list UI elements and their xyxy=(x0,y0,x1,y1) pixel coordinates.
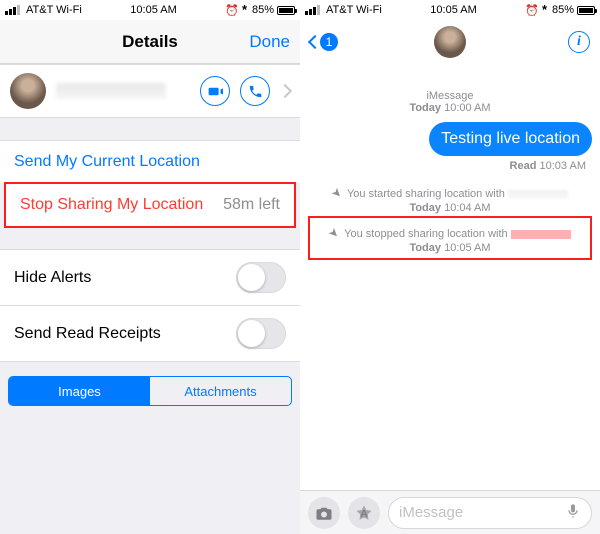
battery-icon xyxy=(577,6,595,15)
app-label: iMessage xyxy=(308,90,592,102)
sys-stopped-time-row: Today 10:05 AM xyxy=(310,242,590,254)
message-list: iMessage Today 10:00 AM Testing live loc… xyxy=(300,64,600,272)
name-redacted xyxy=(511,230,571,239)
system-stopped-sharing: ➤ You stopped sharing location with xyxy=(314,226,586,240)
message-input[interactable]: iMessage xyxy=(388,497,592,529)
clock-label: 10:05 AM xyxy=(430,4,476,16)
send-current-location-button[interactable]: Send My Current Location xyxy=(0,140,300,183)
alarm-icon: ⏰ xyxy=(225,4,239,17)
hide-alerts-toggle[interactable] xyxy=(236,262,286,293)
messages-pane: AT&T Wi-Fi 10:05 AM ⏰ 85% 1 i iMessage T… xyxy=(300,0,600,534)
contact-name-redacted xyxy=(56,83,166,99)
clock-label: 10:05 AM xyxy=(130,4,176,16)
nav-bar: 1 i xyxy=(300,20,600,64)
read-receipt: Read 10:03 AM xyxy=(308,160,586,172)
hide-alerts-row: Hide Alerts xyxy=(0,249,300,305)
bluetooth-icon xyxy=(542,5,549,16)
alarm-icon: ⏰ xyxy=(525,4,539,17)
signal-bars-icon xyxy=(5,5,20,15)
carrier-label: AT&T Wi-Fi xyxy=(26,4,82,16)
read-receipts-toggle[interactable] xyxy=(236,318,286,349)
segmented-control: Images Attachments xyxy=(8,376,292,406)
location-arrow-icon: ➤ xyxy=(329,184,346,201)
sys-day: Today xyxy=(409,202,441,214)
time-left-label: 58m left xyxy=(223,196,280,214)
read-label: Read xyxy=(510,160,537,172)
sys-started-time: 10:04 AM xyxy=(444,202,490,214)
name-redacted xyxy=(508,190,568,199)
contact-row[interactable] xyxy=(0,64,300,118)
sys-started-time-row: Today 10:04 AM xyxy=(308,202,592,214)
done-button[interactable]: Done xyxy=(249,32,290,52)
read-receipts-label: Send Read Receipts xyxy=(14,325,161,343)
svg-text:A: A xyxy=(360,507,368,519)
header-time: 10:00 AM xyxy=(444,102,490,114)
contact-avatar[interactable] xyxy=(434,26,466,58)
hide-alerts-label: Hide Alerts xyxy=(14,269,91,287)
details-pane: AT&T Wi-Fi 10:05 AM ⏰ 85% Details Done S… xyxy=(0,0,300,534)
sys-day: Today xyxy=(409,242,441,254)
battery-pct-label: 85% xyxy=(552,4,574,16)
read-receipts-row: Send Read Receipts xyxy=(0,305,300,362)
apps-button[interactable]: A xyxy=(348,497,380,529)
contact-avatar xyxy=(10,73,46,109)
location-arrow-icon: ➤ xyxy=(326,224,343,241)
input-placeholder: iMessage xyxy=(399,504,463,521)
status-bar: AT&T Wi-Fi 10:05 AM ⏰ 85% xyxy=(300,0,600,20)
stop-sharing-button[interactable]: Stop Sharing My Location 58m left xyxy=(6,184,294,226)
nav-bar: Details Done xyxy=(0,20,300,64)
thread-header: iMessage Today 10:00 AM xyxy=(308,90,592,114)
tab-images[interactable]: Images xyxy=(9,377,150,405)
back-badge: 1 xyxy=(320,33,338,51)
read-time: 10:03 AM xyxy=(540,160,586,172)
info-button[interactable]: i xyxy=(568,31,590,53)
sys-started-text: You started sharing location with xyxy=(347,188,505,200)
system-started-sharing: ➤ You started sharing location with xyxy=(312,186,588,200)
message-bubble[interactable]: Testing live location xyxy=(429,122,592,156)
back-button[interactable]: 1 xyxy=(310,33,338,51)
microphone-icon[interactable] xyxy=(565,503,581,523)
input-bar: A iMessage xyxy=(300,490,600,534)
call-button[interactable] xyxy=(240,76,270,106)
send-location-label: Send My Current Location xyxy=(14,153,200,171)
carrier-label: AT&T Wi-Fi xyxy=(326,4,382,16)
facetime-video-button[interactable] xyxy=(200,76,230,106)
outgoing-message-row: Testing live location xyxy=(308,122,592,156)
battery-icon xyxy=(277,6,295,15)
stop-sharing-highlight: Stop Sharing My Location 58m left xyxy=(4,182,296,228)
bluetooth-icon xyxy=(242,5,249,16)
status-bar: AT&T Wi-Fi 10:05 AM ⏰ 85% xyxy=(0,0,300,20)
stopped-sharing-highlight: ➤ You stopped sharing location with Toda… xyxy=(308,216,592,260)
signal-bars-icon xyxy=(305,5,320,15)
chevron-right-icon xyxy=(278,84,292,98)
battery-pct-label: 85% xyxy=(252,4,274,16)
sys-stopped-text: You stopped sharing location with xyxy=(344,228,508,240)
camera-button[interactable] xyxy=(308,497,340,529)
sys-stopped-time: 10:05 AM xyxy=(444,242,490,254)
header-day: Today xyxy=(409,102,441,114)
tab-attachments[interactable]: Attachments xyxy=(150,377,291,405)
stop-sharing-label: Stop Sharing My Location xyxy=(20,196,203,214)
